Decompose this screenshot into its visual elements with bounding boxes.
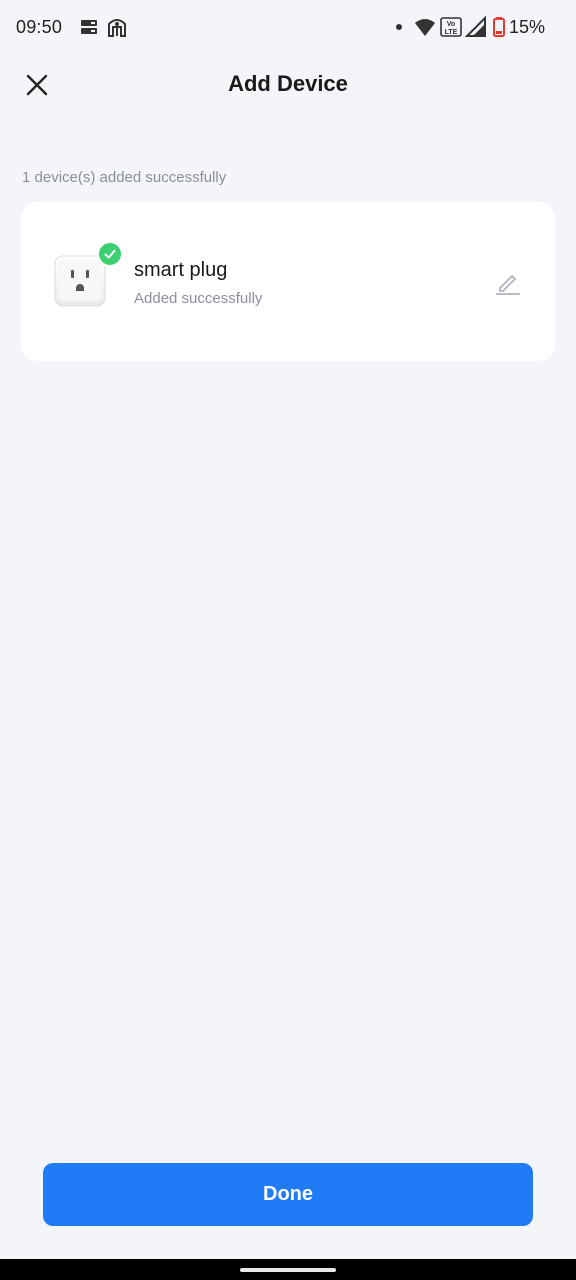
device-status: Added successfully bbox=[134, 290, 263, 307]
signal-icon bbox=[465, 16, 486, 37]
edit-icon bbox=[496, 275, 520, 295]
smart-plug-icon bbox=[54, 255, 106, 307]
success-summary: 1 device(s) added successfully bbox=[22, 169, 227, 186]
battery-percent: 15% bbox=[509, 17, 546, 37]
done-button[interactable]: Done bbox=[43, 1163, 533, 1226]
success-badge bbox=[97, 241, 123, 267]
header: Add Device bbox=[0, 56, 576, 114]
battery-low-icon bbox=[493, 17, 505, 37]
home-handle[interactable] bbox=[240, 1268, 336, 1272]
device-name: smart plug bbox=[134, 259, 228, 281]
check-icon bbox=[104, 249, 116, 259]
edit-device-name-button[interactable] bbox=[491, 266, 525, 300]
dot-icon bbox=[396, 24, 402, 30]
status-bar: 09:50 Vo LTE 15% bbox=[0, 0, 576, 56]
device-card[interactable]: smart plug Added successfully bbox=[21, 202, 555, 361]
wifi-icon bbox=[415, 19, 435, 36]
navigation-bar bbox=[0, 1259, 576, 1280]
svg-text:LTE: LTE bbox=[445, 29, 458, 36]
svg-text:Vo: Vo bbox=[447, 21, 455, 28]
volte-icon: Vo LTE bbox=[440, 17, 462, 37]
sim-card-icon bbox=[81, 20, 97, 34]
accessibility-icon bbox=[108, 19, 126, 37]
page-title: Add Device bbox=[228, 71, 348, 96]
status-time: 09:50 bbox=[16, 17, 63, 37]
